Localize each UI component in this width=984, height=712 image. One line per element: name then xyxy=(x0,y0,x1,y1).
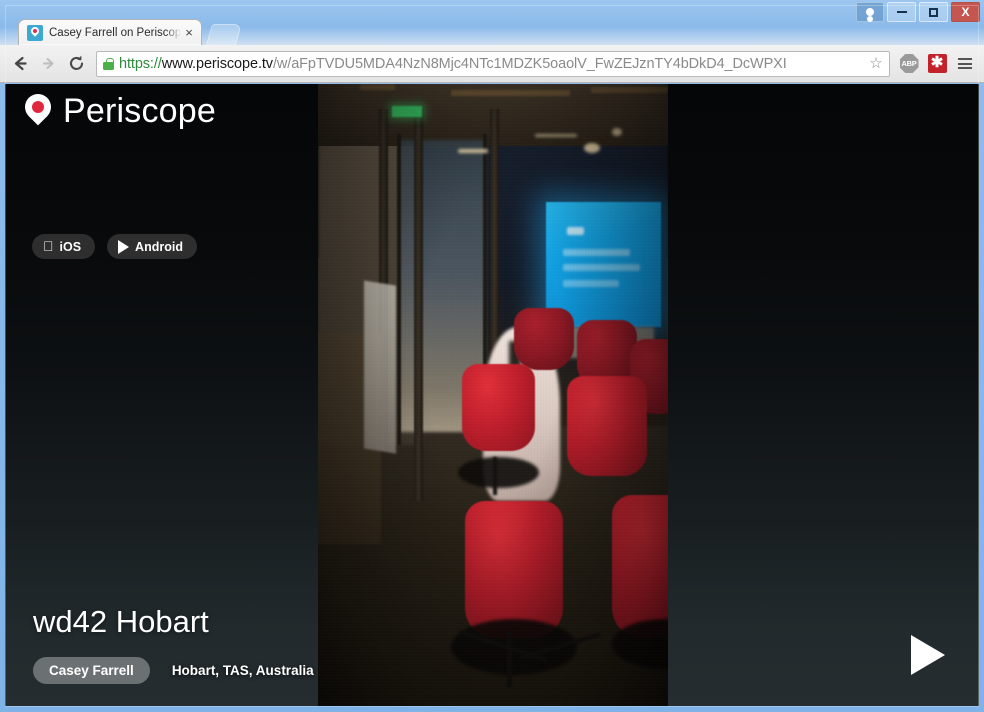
play-button[interactable] xyxy=(911,635,945,675)
user-profile-button[interactable] xyxy=(856,2,884,22)
tab-strip: Casey Farrell on Periscope × X xyxy=(0,0,984,45)
lastpass-extension-button[interactable]: ✱ xyxy=(924,51,950,77)
browser-toolbar: https://www.periscope.tv/w/aFpTVDU5MDA4N… xyxy=(0,45,984,83)
browser-menu-button[interactable] xyxy=(952,51,978,77)
secure-lock-icon xyxy=(103,57,114,70)
android-label: Android xyxy=(124,239,183,254)
maximize-button[interactable] xyxy=(919,2,948,22)
chrome-browser-window: Casey Farrell on Periscope × X https://w… xyxy=(0,0,984,712)
reload-icon xyxy=(69,55,83,70)
periscope-brand-header: Periscope xyxy=(19,88,216,130)
url-path: /w/aFpTVDU5MDA4NzN8Mjc4NTc1MDZK5oaolV_Fw… xyxy=(272,55,787,72)
address-bar[interactable]: https://www.periscope.tv/w/aFpTVDU5MDA4N… xyxy=(96,50,890,77)
close-window-button[interactable]: X xyxy=(951,2,980,22)
window-caption-buttons: X xyxy=(856,2,980,22)
forward-arrow-icon xyxy=(42,58,53,69)
back-button[interactable] xyxy=(6,50,34,78)
broadcast-meta-row: Casey Farrell Hobart, TAS, Australia xyxy=(33,656,979,684)
tab-title: Casey Farrell on Periscope xyxy=(49,26,181,39)
brand-name: Periscope xyxy=(63,92,216,130)
minimize-icon xyxy=(896,11,907,13)
broadcast-author-badge[interactable]: Casey Farrell xyxy=(33,656,150,684)
minimize-button[interactable] xyxy=(887,2,916,22)
tab-close-icon[interactable]: × xyxy=(181,25,197,41)
browser-tab-active[interactable]: Casey Farrell on Periscope × xyxy=(18,19,202,45)
url-text: https://www.periscope.tv/w/aFpTVDU5MDA4N… xyxy=(119,56,867,72)
broadcast-meta: wd42 Hobart Casey Farrell Hobart, TAS, A… xyxy=(5,605,979,706)
forward-button[interactable] xyxy=(34,50,62,78)
ios-download-button[interactable]:  iOS xyxy=(32,234,96,259)
page-viewport: Periscope  iOS Android wd42 Hobart Case… xyxy=(5,84,979,706)
hamburger-menu-icon xyxy=(958,58,972,69)
broadcast-title: wd42 Hobart xyxy=(33,604,209,640)
asterisk-icon: ✱ xyxy=(927,54,947,73)
maximize-icon xyxy=(929,7,938,17)
url-host: www.periscope.tv xyxy=(161,55,273,72)
new-tab-button[interactable] xyxy=(205,24,243,45)
person-icon xyxy=(866,8,874,16)
bookmark-star-icon[interactable]: ☆ xyxy=(867,56,885,71)
app-store-buttons:  iOS Android xyxy=(32,234,197,259)
adblock-plus-extension-button[interactable]: ABP xyxy=(896,51,922,77)
periscope-pin-logo-icon xyxy=(19,88,57,128)
reload-button[interactable] xyxy=(62,50,90,78)
apple-icon:  xyxy=(43,239,54,253)
ios-label: iOS xyxy=(49,239,82,254)
play-store-icon xyxy=(118,239,130,254)
android-download-button[interactable]: Android xyxy=(107,234,197,259)
adblock-plus-icon: ABP xyxy=(899,54,919,73)
broadcast-location: Hobart, TAS, Australia xyxy=(171,662,314,678)
back-arrow-icon xyxy=(14,56,27,71)
url-scheme: https:// xyxy=(119,55,162,72)
periscope-favicon xyxy=(27,24,43,41)
